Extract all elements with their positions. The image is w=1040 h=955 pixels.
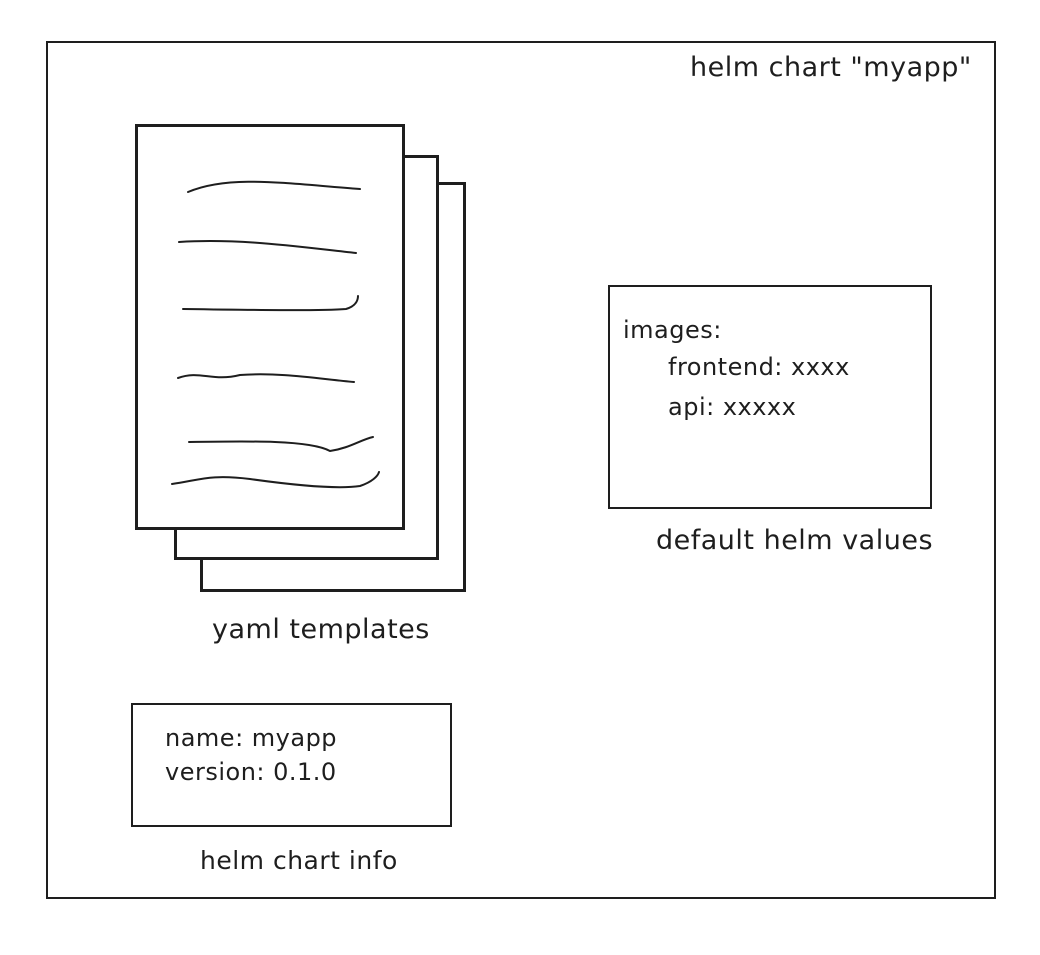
info-line: version: 0.1.0 (165, 758, 337, 786)
values-label: default helm values (656, 525, 934, 556)
values-line: images: (623, 316, 722, 344)
values-line: api: xxxxx (668, 393, 797, 421)
chart-title: helm chart "myapp" (690, 52, 972, 83)
values-line: frontend: xxxx (668, 353, 850, 381)
info-line: name: myapp (165, 724, 338, 752)
templates-label: yaml templates (212, 614, 430, 645)
template-page-front (135, 124, 405, 530)
info-label: helm chart info (200, 846, 398, 875)
